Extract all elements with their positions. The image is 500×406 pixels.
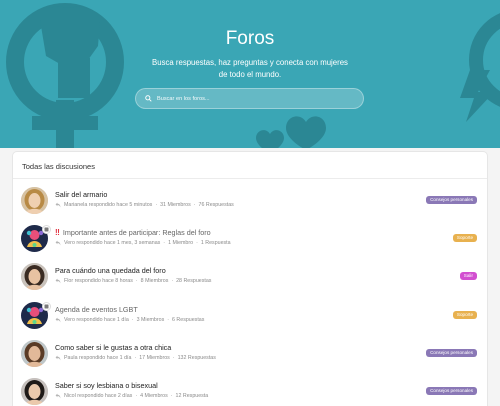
reply-count: 12 Respuesta — [175, 393, 209, 399]
separator: · — [131, 316, 134, 323]
separator: · — [167, 316, 169, 323]
category-tag[interactable]: Consejos personales — [426, 348, 477, 357]
last-reply[interactable]: Paula respondido hace 1 día — [64, 355, 131, 361]
separator: · — [135, 393, 138, 399]
thread-title-text: Agenda de eventos LGBT — [55, 304, 138, 314]
separator: · — [170, 393, 173, 399]
thread-title-text: Importante antes de participar: Reglas d… — [62, 228, 211, 238]
avatar[interactable] — [21, 187, 48, 214]
reply-count: 28 Respuestas — [176, 278, 212, 285]
thread-title[interactable]: Salir del armario — [55, 190, 107, 199]
divider — [13, 178, 487, 179]
category-tag[interactable]: Soporte — [452, 310, 477, 319]
separator: · — [171, 278, 174, 285]
last-reply[interactable]: Marianela respondido hace 5 minutos — [64, 202, 152, 208]
thread-meta: Nicol respondido hace 2 días · 4 Miembros ·… — [55, 393, 208, 399]
last-reply[interactable]: Vero respondido hace 1 mes, 3 semanas — [64, 240, 160, 246]
member-count: 17 Miembros — [139, 354, 170, 361]
last-reply[interactable]: Flor respondido hace 8 horas — [64, 278, 133, 284]
group-badge-icon — [42, 225, 51, 235]
reply-icon — [55, 202, 61, 208]
reply-icon — [55, 240, 61, 246]
discussions-card: Todas las discusiones Salir del armario M… — [13, 152, 487, 406]
member-count: 4 Miembros — [140, 393, 168, 399]
category-tag[interactable]: Consejos personales — [426, 387, 477, 395]
thread-meta: Flor respondido hace 8 horas · 8 Miembros ·… — [55, 278, 211, 284]
reply-count: 6 Respuestas — [172, 316, 205, 323]
group-badge-icon — [42, 301, 51, 311]
avatar[interactable] — [21, 378, 48, 405]
page-title: Foros — [225, 28, 275, 49]
thread-title[interactable]: ‼ Importante antes de participar: Reglas … — [55, 228, 211, 237]
important-icon: ‼ — [55, 228, 60, 238]
thread-row[interactable]: Salir del armario Marianela respondido ha… — [13, 184, 487, 222]
reply-icon — [55, 317, 61, 322]
separator: · — [196, 240, 198, 247]
category-tag[interactable]: Consejos personales — [426, 196, 477, 204]
avatar[interactable] — [21, 263, 48, 291]
category-tag[interactable]: Soporte — [452, 234, 477, 243]
hero-subtitle: Busca respuestas, haz preguntas y conect… — [152, 58, 348, 79]
thread-title-text: Para cuándo una quedada del foro — [55, 266, 166, 276]
member-count: 3 Miembros — [136, 316, 165, 323]
thread-title[interactable]: Como saber si le gustas a otra chica — [55, 343, 171, 352]
last-reply[interactable]: Nicol respondido hace 2 días — [64, 393, 132, 399]
reply-count: 1 Respuesta — [200, 240, 231, 247]
thread-title[interactable]: Agenda de eventos LGBT — [55, 305, 138, 314]
thread-meta: Paula respondido hace 1 día · 17 Miembros ·… — [55, 355, 216, 361]
separator: · — [155, 202, 158, 208]
search-input[interactable] — [157, 95, 337, 102]
thread-title[interactable]: Para cuándo una quedada del foro — [55, 266, 166, 275]
member-count: 31 Miembros — [160, 202, 191, 208]
thread-row[interactable]: Agenda de eventos LGBT Vero respondido ha… — [13, 299, 487, 337]
reply-count: 76 Respuestas — [198, 202, 234, 208]
last-reply[interactable]: Vero respondido hace 1 día — [64, 317, 129, 323]
member-count: 1 Miembro — [168, 240, 194, 247]
separator: · — [172, 354, 175, 361]
discussions-heading: Todas las discusiones — [22, 162, 95, 171]
thread-title-text: Saber si soy lesbiana o bisexual — [55, 381, 158, 390]
thread-title-text: Como saber si le gustas a otra chica — [55, 342, 172, 352]
thread-row[interactable]: Saber si soy lesbiana o bisexual Nicol re… — [13, 375, 487, 406]
thread-meta: Vero respondido hace 1 día · 3 Miembros · 6 … — [55, 317, 204, 323]
thread-meta: Marianela respondido hace 5 minutos · 31 M… — [55, 202, 234, 208]
member-count: 8 Miembros — [140, 278, 169, 285]
separator: · — [163, 240, 166, 247]
reply-icon — [55, 278, 61, 284]
thread-row[interactable]: Para cuándo una quedada del foro Flor res… — [13, 260, 487, 298]
reply-count: 132 Respuestas — [177, 354, 216, 361]
separator: · — [134, 354, 137, 361]
thread-title[interactable]: Saber si soy lesbiana o bisexual — [55, 381, 158, 390]
thread-row[interactable]: ‼ Importante antes de participar: Reglas … — [13, 222, 487, 260]
category-tag[interactable]: Salir — [459, 272, 477, 281]
reply-icon — [55, 355, 61, 361]
thread-row[interactable]: Como saber si le gustas a otra chica Paul… — [13, 337, 487, 375]
thread-meta: Vero respondido hace 1 mes, 3 semanas · 1 … — [55, 240, 231, 246]
forum-hero-banner: Foros Busca respuestas, haz preguntas y … — [0, 0, 500, 148]
thread-title-text: Salir del armario — [55, 190, 108, 199]
avatar[interactable] — [21, 339, 48, 367]
separator: · — [193, 202, 196, 208]
search-icon — [145, 95, 152, 102]
forum-search-bar[interactable] — [135, 88, 364, 109]
reply-icon — [55, 393, 61, 399]
separator: · — [135, 278, 138, 285]
